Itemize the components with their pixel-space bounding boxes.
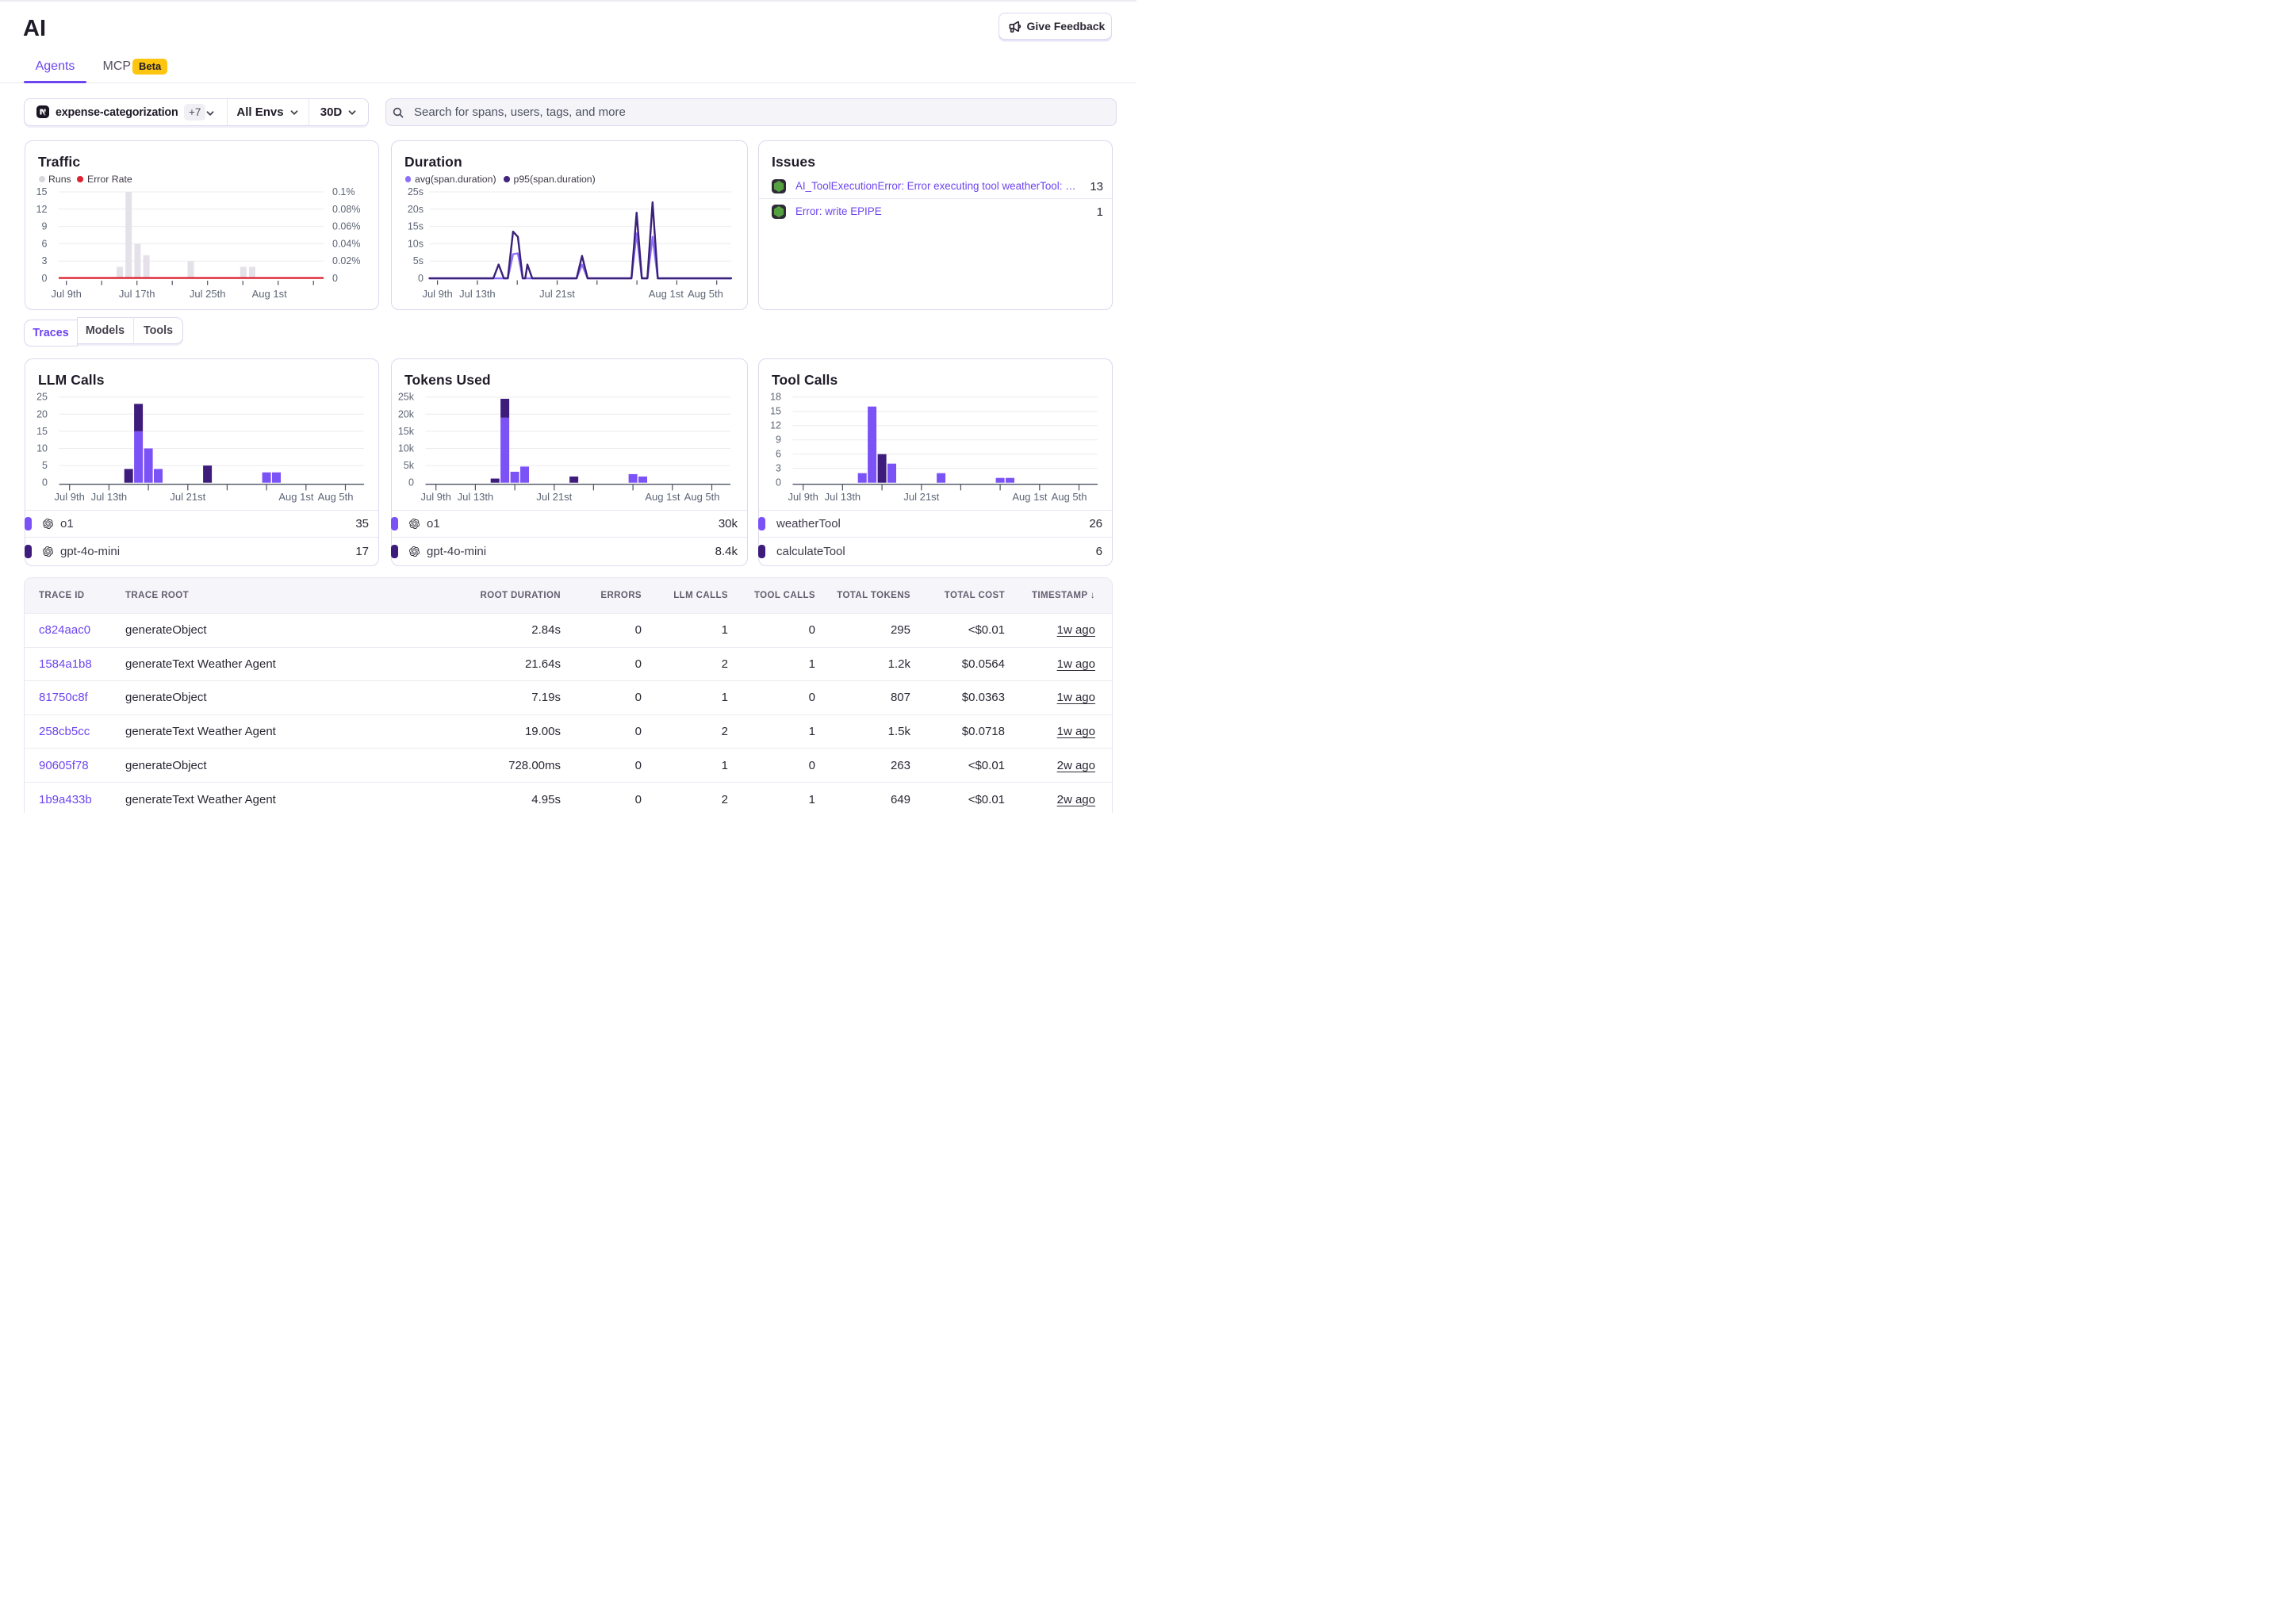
svg-text:0: 0 (776, 477, 781, 488)
svg-text:15: 15 (36, 425, 48, 436)
svg-text:Jul 21st: Jul 21st (170, 491, 205, 503)
svg-text:Jul 13th: Jul 13th (459, 288, 496, 300)
svg-text:Jul 13th: Jul 13th (91, 491, 128, 503)
svg-text:Jul 13th: Jul 13th (458, 491, 494, 503)
svg-text:15s: 15s (408, 221, 424, 232)
svg-text:Jul 9th: Jul 9th (422, 288, 452, 300)
svg-text:12: 12 (770, 419, 781, 431)
svg-text:Jul 21st: Jul 21st (903, 491, 939, 503)
svg-text:0: 0 (408, 477, 414, 488)
svg-text:10k: 10k (398, 442, 415, 454)
svg-text:Jul 9th: Jul 9th (55, 491, 85, 503)
svg-text:Jul 9th: Jul 9th (788, 491, 818, 503)
svg-text:10: 10 (36, 442, 48, 454)
svg-text:0: 0 (332, 273, 338, 284)
svg-text:25: 25 (36, 391, 48, 402)
svg-text:10s: 10s (408, 238, 424, 249)
svg-text:0.02%: 0.02% (332, 255, 360, 266)
svg-text:Jul 17th: Jul 17th (119, 288, 155, 300)
svg-text:Aug 1st: Aug 1st (278, 491, 313, 503)
svg-text:Aug 1st: Aug 1st (649, 288, 684, 300)
svg-text:25k: 25k (398, 391, 415, 402)
svg-text:20s: 20s (408, 204, 424, 215)
svg-text:0.1%: 0.1% (332, 186, 355, 197)
svg-text:5s: 5s (413, 255, 424, 266)
svg-text:25s: 25s (408, 186, 424, 197)
svg-text:Aug 5th: Aug 5th (684, 491, 720, 503)
svg-text:Jul 21st: Jul 21st (536, 491, 572, 503)
svg-text:20k: 20k (398, 408, 415, 419)
svg-text:Aug 5th: Aug 5th (1052, 491, 1087, 503)
svg-text:0: 0 (418, 273, 424, 284)
svg-text:0.04%: 0.04% (332, 238, 360, 249)
svg-text:Jul 9th: Jul 9th (421, 491, 451, 503)
svg-text:Jul 25th: Jul 25th (190, 288, 226, 300)
svg-text:0: 0 (42, 273, 48, 284)
svg-text:6: 6 (776, 448, 781, 459)
svg-text:5: 5 (42, 460, 48, 471)
svg-text:12: 12 (36, 204, 48, 215)
svg-text:0: 0 (42, 477, 48, 488)
svg-text:Aug 1st: Aug 1st (252, 288, 287, 300)
svg-text:6: 6 (42, 238, 48, 249)
svg-text:Jul 9th: Jul 9th (52, 288, 82, 300)
svg-text:15: 15 (770, 405, 781, 416)
svg-text:Jul 13th: Jul 13th (825, 491, 861, 503)
svg-text:18: 18 (770, 391, 781, 402)
svg-text:20: 20 (36, 408, 48, 419)
svg-text:15k: 15k (398, 425, 415, 436)
svg-text:5k: 5k (404, 460, 415, 471)
svg-text:9: 9 (776, 434, 781, 445)
svg-text:Aug 5th: Aug 5th (318, 491, 354, 503)
svg-text:3: 3 (776, 462, 781, 473)
svg-text:3: 3 (42, 255, 48, 266)
svg-text:0.06%: 0.06% (332, 221, 360, 232)
svg-text:Aug 5th: Aug 5th (688, 288, 723, 300)
svg-text:Jul 21st: Jul 21st (539, 288, 575, 300)
svg-text:Aug 1st: Aug 1st (645, 491, 680, 503)
svg-text:9: 9 (42, 221, 48, 232)
svg-text:0.08%: 0.08% (332, 204, 360, 215)
svg-text:15: 15 (36, 186, 48, 197)
svg-text:Aug 1st: Aug 1st (1012, 491, 1047, 503)
